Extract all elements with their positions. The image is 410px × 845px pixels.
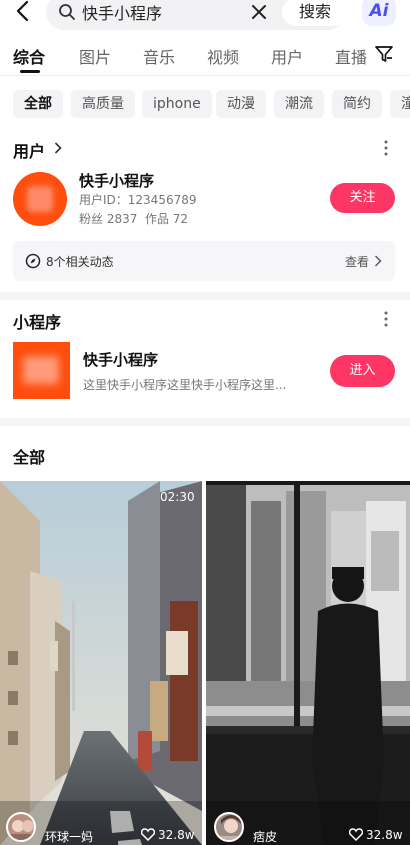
mini-program-icon[interactable]	[13, 342, 70, 399]
search-query: 快手小程序	[82, 4, 163, 23]
all-section-title: 全部	[13, 448, 46, 467]
enter-button[interactable]: 进入	[330, 355, 395, 387]
chevron-right-icon	[375, 255, 382, 267]
author-name[interactable]: 痞皮	[253, 828, 277, 845]
top-bar: 快手小程序 搜索 Ai	[0, 0, 410, 32]
chip-high-quality[interactable]: 高质量	[71, 90, 135, 118]
tab-users[interactable]: 用户	[271, 44, 303, 68]
search-icon	[59, 4, 75, 20]
filter-chips: 全部 高质量 iphone 动漫 潮流 简约 潼	[0, 90, 410, 120]
street-scene-image	[0, 481, 202, 845]
chip-partial[interactable]: 潼	[390, 90, 410, 118]
chip-all[interactable]: 全部	[13, 90, 63, 118]
more-icon[interactable]	[384, 140, 388, 156]
video-thumbnail[interactable]	[0, 481, 202, 845]
tab-music[interactable]: 音乐	[143, 44, 175, 68]
users-section-title[interactable]: 用户	[13, 138, 45, 162]
like-count: 32.8w	[366, 828, 403, 842]
filter-icon[interactable]	[374, 44, 394, 64]
mini-program-name[interactable]: 快手小程序	[83, 349, 158, 370]
tab-live[interactable]: 直播	[335, 44, 367, 68]
chip-iphone[interactable]: iphone	[142, 90, 212, 118]
user-stats: 粉丝 2837 作品 72	[79, 212, 189, 226]
section-divider	[0, 418, 410, 426]
back-icon[interactable]	[12, 0, 36, 24]
ai-button[interactable]: Ai	[362, 0, 396, 26]
related-dynamics-bar[interactable]: 8个相关动态 查看	[13, 241, 395, 281]
follow-button[interactable]: 关注	[330, 183, 395, 213]
mini-program-description: 这里快手小程序这里快手小程序这里...	[83, 378, 287, 392]
author-avatar[interactable]	[214, 812, 244, 842]
more-icon[interactable]	[384, 311, 388, 327]
author-name[interactable]: 环球一妈	[45, 828, 93, 845]
category-tabs: 综合 图片 音乐 视频 用户 直播	[0, 40, 410, 76]
clear-icon[interactable]	[250, 3, 268, 21]
mini-program-section-title: 小程序	[13, 313, 62, 332]
author-avatar[interactable]	[6, 812, 36, 842]
window-scene-image	[206, 481, 410, 845]
view-link[interactable]: 查看	[345, 253, 369, 270]
tab-indicator	[20, 70, 40, 73]
tab-video[interactable]: 视频	[207, 44, 239, 68]
user-name[interactable]: 快手小程序	[79, 170, 154, 191]
video-thumbnail[interactable]	[206, 481, 410, 845]
section-divider	[0, 292, 410, 300]
compass-icon	[25, 253, 41, 269]
tab-comprehensive[interactable]: 综合	[13, 44, 45, 68]
dynamics-text: 8个相关动态	[46, 255, 114, 269]
video-duration: 02:30	[160, 490, 195, 504]
heart-icon[interactable]	[141, 828, 155, 841]
user-avatar[interactable]	[13, 172, 67, 226]
like-count: 32.8w	[158, 828, 195, 842]
chip-anime[interactable]: 动漫	[216, 90, 266, 118]
chip-trend[interactable]: 潮流	[274, 90, 324, 118]
chevron-right-icon[interactable]	[54, 142, 62, 154]
user-id: 用户ID：123456789	[79, 193, 197, 207]
heart-icon[interactable]	[349, 828, 363, 841]
tab-images[interactable]: 图片	[79, 44, 111, 68]
search-button[interactable]: 搜索	[282, 0, 348, 26]
chip-minimal[interactable]: 简约	[332, 90, 382, 118]
